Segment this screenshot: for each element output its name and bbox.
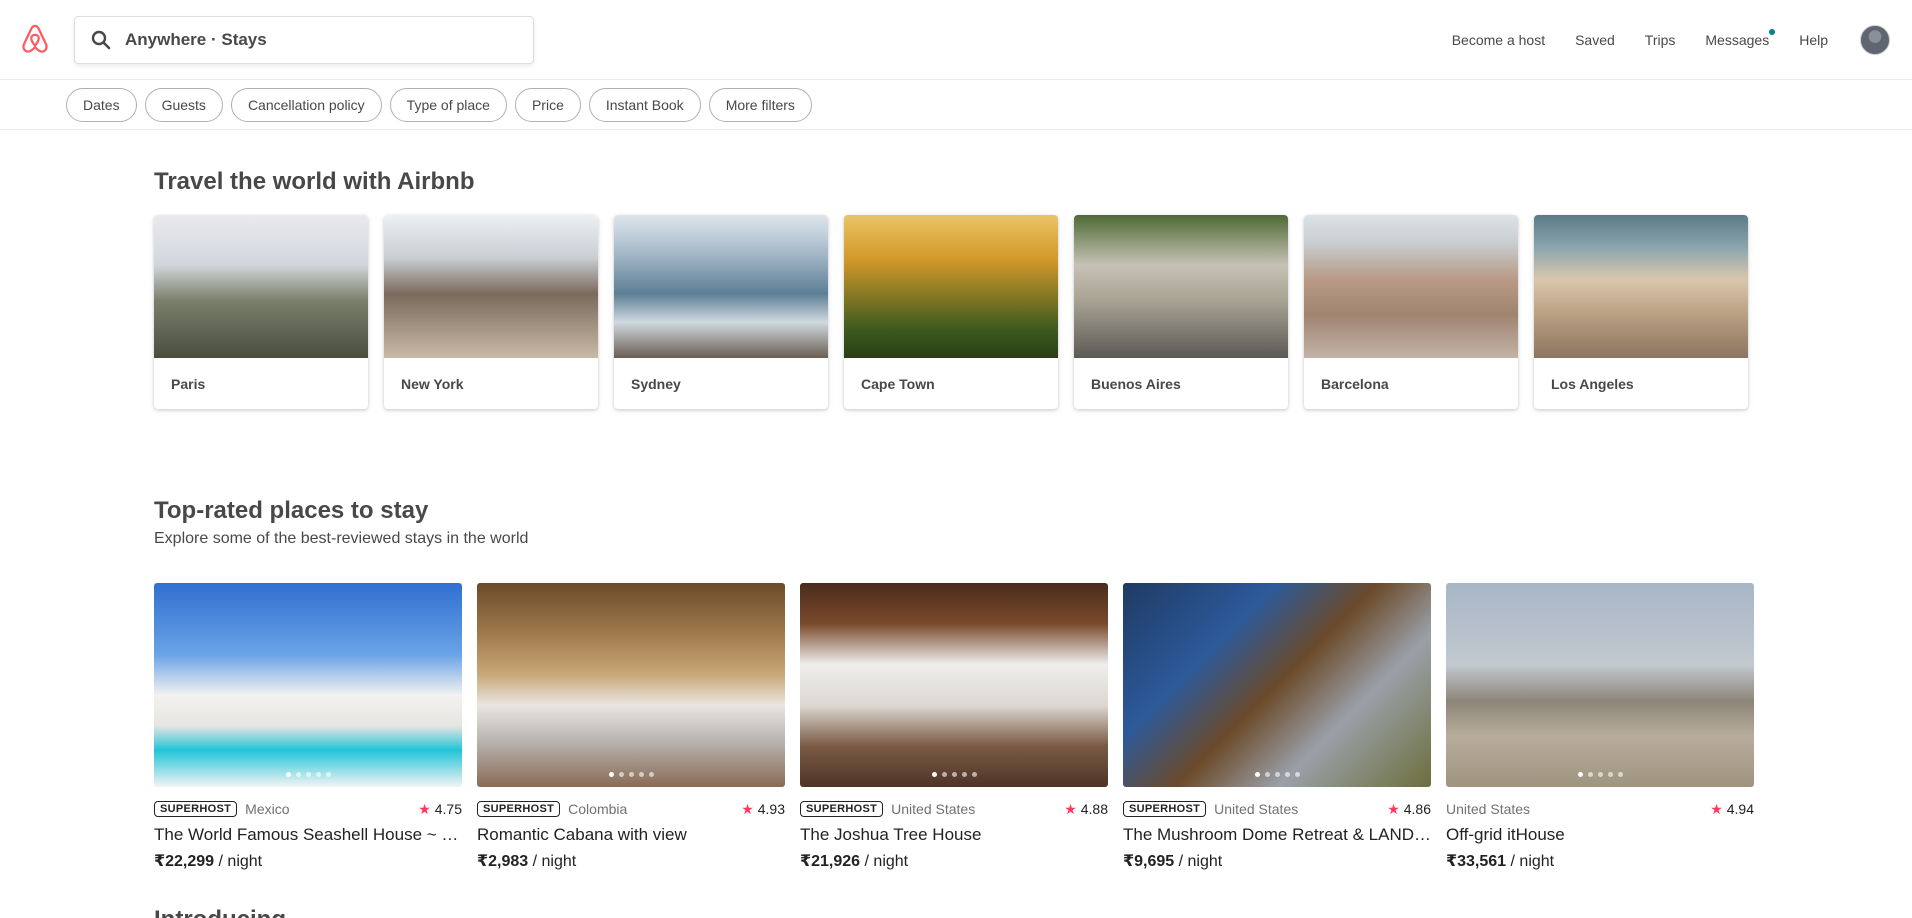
search-input-value: Anywhere · Stays	[125, 30, 267, 49]
nav-saved[interactable]: Saved	[1575, 32, 1615, 48]
star-icon: ★	[1064, 800, 1077, 817]
city-name: Buenos Aires	[1091, 375, 1181, 392]
top-rated-title: Top-rated places to stay	[154, 497, 429, 524]
listing-title[interactable]: The Mushroom Dome Retreat & LAND o...	[1123, 825, 1431, 845]
listing-country: Colombia	[568, 801, 628, 817]
superhost-badge: SUPERHOST	[800, 801, 884, 817]
next-section-title: Introducing	[154, 906, 286, 918]
city-card-sydney[interactable]: Sydney	[614, 215, 828, 409]
filter-bar: Dates Guests Cancellation policy Type of…	[0, 80, 1912, 130]
listing-card[interactable]: SUPERHOST Mexico ★ 4.75 The World Famous …	[154, 583, 462, 871]
filter-more-filters[interactable]: More filters	[708, 87, 812, 122]
city-photo	[844, 215, 1058, 358]
filter-cancellation-policy[interactable]: Cancellation policy	[230, 87, 382, 122]
city-name: Los Angeles	[1551, 375, 1634, 392]
nav-messages-label: Messages	[1705, 32, 1770, 48]
travel-section-title: Travel the world with Airbnb	[154, 168, 475, 195]
city-photo	[1304, 215, 1518, 358]
city-photo	[1074, 215, 1288, 358]
listing-rating: ★ 4.86	[1387, 800, 1431, 818]
photo-pager[interactable]	[800, 772, 1108, 777]
star-icon: ★	[1710, 800, 1723, 817]
superhost-badge: SUPERHOST	[154, 801, 238, 817]
listing-rating: ★ 4.94	[1710, 800, 1754, 818]
listing-title[interactable]: The Joshua Tree House	[800, 825, 1108, 845]
top-rated-subtitle: Explore some of the best-reviewed stays …	[154, 530, 529, 547]
photo-pager[interactable]	[1446, 772, 1754, 777]
listing-price: ₹9,695 / night	[1123, 853, 1223, 870]
city-photo	[614, 215, 828, 358]
listing-card[interactable]: SUPERHOST Colombia ★ 4.93 Romantic Cabana…	[477, 583, 785, 871]
listing-country: United States	[891, 801, 976, 817]
listing-photo[interactable]	[1446, 583, 1754, 787]
listing-price: ₹21,926 / night	[800, 853, 909, 870]
listing-rating: ★ 4.75	[418, 800, 462, 818]
city-photo	[384, 215, 598, 358]
superhost-badge: SUPERHOST	[1123, 801, 1207, 817]
filter-instant-book[interactable]: Instant Book	[588, 87, 701, 122]
star-icon: ★	[1387, 800, 1400, 817]
listing-title[interactable]: Off-grid itHouse	[1446, 825, 1754, 845]
nav-messages[interactable]: Messages	[1705, 29, 1776, 48]
star-icon: ★	[418, 800, 431, 817]
listing-card[interactable]: SUPERHOST United States ★ 4.88 The Joshua…	[800, 583, 1108, 871]
listing-price: ₹22,299 / night	[154, 853, 263, 870]
listing-rating: ★ 4.93	[741, 800, 785, 818]
listing-rating: ★ 4.88	[1064, 800, 1108, 818]
unread-dot-icon	[1769, 29, 1776, 35]
listing-title[interactable]: The World Famous Seashell House ~ Cas...	[154, 825, 462, 845]
city-carousel: Paris New York Sydney Cape Town Buenos A…	[154, 215, 1764, 409]
filter-guests[interactable]: Guests	[144, 87, 223, 122]
superhost-badge: SUPERHOST	[477, 801, 561, 817]
photo-pager[interactable]	[1123, 772, 1431, 777]
city-name: Sydney	[631, 375, 681, 392]
search-icon	[91, 30, 111, 50]
listing-country: United States	[1446, 801, 1531, 817]
filter-dates[interactable]: Dates	[66, 87, 137, 122]
listing-photo[interactable]	[477, 583, 785, 787]
listing-country: Mexico	[245, 801, 290, 817]
photo-pager[interactable]	[477, 772, 785, 777]
nav-help[interactable]: Help	[1799, 32, 1828, 48]
listing-carousel: SUPERHOST Mexico ★ 4.75 The World Famous …	[154, 583, 1769, 871]
photo-pager[interactable]	[154, 772, 462, 777]
city-photo	[1534, 215, 1748, 358]
city-name: Cape Town	[861, 375, 935, 392]
filter-price[interactable]: Price	[514, 87, 581, 122]
listing-card[interactable]: United States ★ 4.94 Off-grid itHouse ₹33…	[1446, 583, 1754, 871]
city-name: Paris	[171, 375, 206, 392]
listing-price: ₹33,561 / night	[1446, 853, 1555, 870]
listing-card[interactable]: SUPERHOST United States ★ 4.86 The Mushro…	[1123, 583, 1431, 871]
city-card-los-angeles[interactable]: Los Angeles	[1534, 215, 1748, 409]
user-avatar[interactable]	[1860, 25, 1890, 55]
top-header: Anywhere · Stays Become a host Saved Tri…	[0, 0, 1912, 80]
listing-photo[interactable]	[1123, 583, 1431, 787]
listing-photo[interactable]	[154, 583, 462, 787]
city-name: Barcelona	[1321, 375, 1389, 392]
star-icon: ★	[741, 800, 754, 817]
listing-title[interactable]: Romantic Cabana with view	[477, 825, 785, 845]
nav-trips[interactable]: Trips	[1645, 32, 1676, 48]
listing-photo[interactable]	[800, 583, 1108, 787]
listing-country: United States	[1214, 801, 1299, 817]
city-card-cape-town[interactable]: Cape Town	[844, 215, 1058, 409]
top-nav: Become a host Saved Trips Messages Help	[1452, 0, 1912, 80]
airbnb-logo-icon[interactable]	[20, 22, 50, 56]
listing-price: ₹2,983 / night	[477, 853, 577, 870]
city-card-barcelona[interactable]: Barcelona	[1304, 215, 1518, 409]
filter-type-of-place[interactable]: Type of place	[389, 87, 507, 122]
city-name: New York	[401, 375, 464, 392]
city-card-paris[interactable]: Paris	[154, 215, 368, 409]
city-card-buenos-aires[interactable]: Buenos Aires	[1074, 215, 1288, 409]
search-bar[interactable]: Anywhere · Stays	[74, 16, 534, 64]
nav-become-a-host[interactable]: Become a host	[1452, 32, 1545, 48]
city-card-new-york[interactable]: New York	[384, 215, 598, 409]
city-photo	[154, 215, 368, 358]
